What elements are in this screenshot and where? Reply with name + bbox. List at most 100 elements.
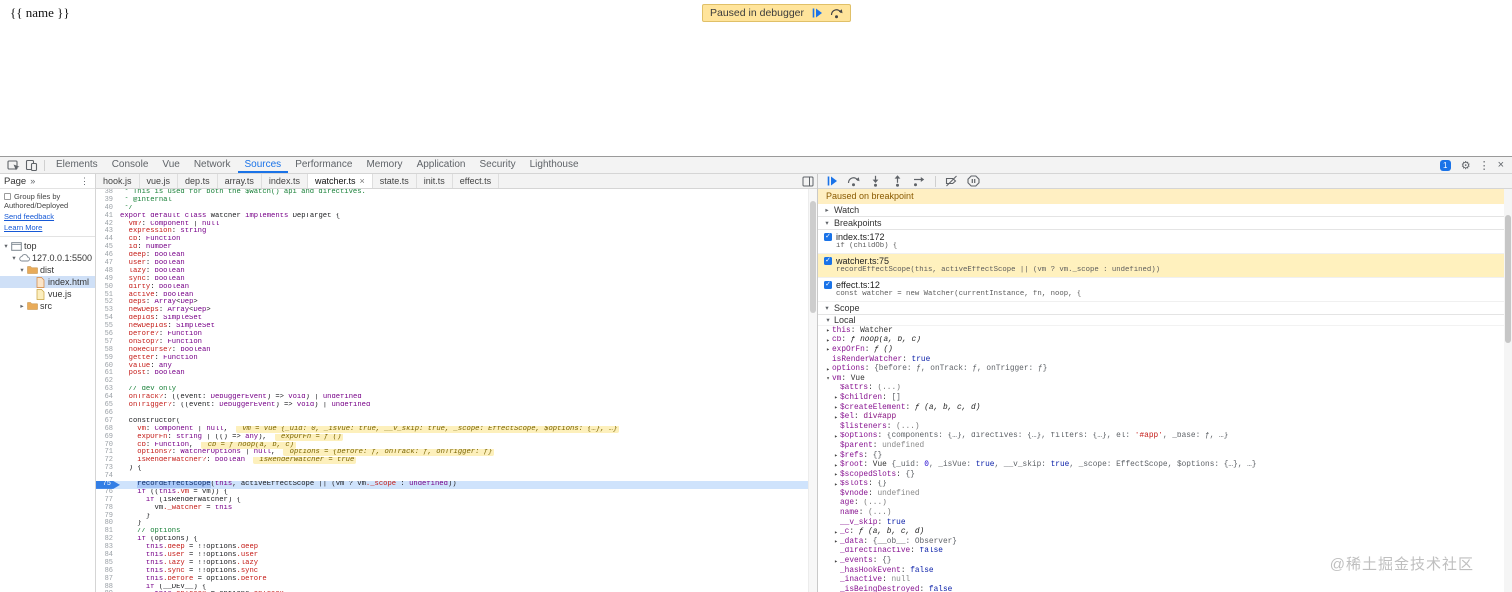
scope-property-_inactive[interactable]: _inactive: null [818,575,1512,585]
tab-performance[interactable]: Performance [288,157,359,173]
collapsed-arrow-icon[interactable]: ▸ [832,394,840,401]
code-text[interactable]: // options [120,528,817,536]
step-out-button[interactable] [891,175,904,187]
execution-line-number[interactable]: 75 [96,480,120,489]
editor-tab-effect-ts[interactable]: effect.ts [453,174,500,188]
code-text[interactable]: if ((this.vm = vm)) { [120,489,817,497]
breakpoint-checkbox[interactable]: ✓ [824,281,832,289]
expanded-arrow-icon[interactable]: ▾ [10,254,18,262]
quick-source-toggle-icon[interactable] [799,173,817,189]
code-text[interactable]: options?: WatcherOptions | null, options… [120,449,817,457]
code-text[interactable] [120,378,817,386]
editor-tab-array-ts[interactable]: array.ts [218,174,262,188]
code-text[interactable]: getter: Function [120,355,817,363]
line-number[interactable]: 74 [96,472,120,481]
scope-property-root[interactable]: ▸ $root: Vue {_uid: 0, _isVue: true, __v_… [818,460,1512,470]
code-text[interactable]: cb: Function, cb = ƒ noop(a, b, c) [120,441,817,450]
resume-script-button[interactable] [811,7,823,19]
breakpoint-entry-index-ts-172[interactable]: ✓ index.ts:172 if (childOb) { [818,230,1512,254]
code-text[interactable]: if (__DEV__) { [120,584,817,592]
tab-vue[interactable]: Vue [155,157,186,173]
collapsed-arrow-icon[interactable]: ▸ [832,452,840,459]
tab-application[interactable]: Application [410,157,473,173]
code-text[interactable]: post: boolean [120,370,817,378]
scope-property-children[interactable]: ▸ $children: [] [818,393,1512,403]
code-text[interactable]: active: boolean [120,292,817,300]
scope-property-__v_skip[interactable]: __v_skip: true [818,518,1512,528]
collapsed-arrow-icon[interactable]: ▸ [832,471,840,478]
scope-property-this[interactable]: ▸ this: Watcher [818,326,1512,336]
step-into-button[interactable] [869,175,882,187]
collapsed-arrow-icon[interactable]: ▸ [824,327,832,334]
code-text[interactable]: vm?: Component | null [120,221,817,229]
scope-property-cb[interactable]: ▸ cb: ƒ noop(a, b, c) [818,336,1512,346]
tab-lighthouse[interactable]: Lighthouse [523,157,586,173]
code-text[interactable]: onTrack?: ((event: DebuggerEvent) => voi… [120,394,817,402]
scope-property-isRenderWatcher[interactable]: isRenderWatcher: true [818,355,1512,365]
resume-script-button[interactable] [826,175,838,187]
scope-local-group[interactable]: ▾ Local [818,315,1512,326]
scope-property-options[interactable]: ▸ options: {before: ƒ, onTrack: ƒ, onTrig… [818,364,1512,374]
editor-tab-init-ts[interactable]: init.ts [417,174,453,188]
collapsed-arrow-icon[interactable]: ▸ [832,529,840,536]
scope-property-refs[interactable]: ▸ $refs: {} [818,451,1512,461]
code-text[interactable]: sync: boolean [120,276,817,284]
kebab-menu-icon[interactable]: ⋮ [1475,159,1494,172]
scope-property-listeners[interactable]: $listeners: (...) [818,422,1512,432]
scope-property-name[interactable]: name: (...) [818,508,1512,518]
collapsed-arrow-icon[interactable]: ▸ [18,302,26,310]
collapsed-arrow-icon[interactable]: ▸ [824,346,832,353]
scope-property-_data[interactable]: ▸ _data: {__ob__: Observer} [818,537,1512,547]
device-toolbar-icon[interactable] [22,157,40,173]
code-text[interactable]: if (options) { [120,536,817,544]
group-files-checkbox[interactable] [4,193,11,200]
code-text[interactable]: this.sync = !!options.sync [120,568,817,576]
breakpoint-entry-effect-ts-12[interactable]: ✓ effect.ts:12 const watcher = new Watcher… [818,278,1512,302]
issues-count-badge[interactable]: 1 [1439,159,1451,171]
step-over-button[interactable] [847,175,860,187]
scope-property-vm[interactable]: ▾ vm: Vue [818,374,1512,384]
scope-property-scopedSlots[interactable]: ▸ $scopedSlots: {} [818,470,1512,480]
collapsed-arrow-icon[interactable]: ▸ [824,366,832,373]
tab-security[interactable]: Security [472,157,522,173]
code-text[interactable]: isRenderWatcher?: boolean isRenderWatche… [120,457,817,465]
code-text[interactable]: ) { [120,465,817,473]
code-text[interactable]: user: boolean [120,260,817,268]
file-tree-item-vue-js[interactable]: vue.js [0,288,95,300]
scope-property-attrs[interactable]: $attrs: (...) [818,384,1512,394]
editor-tab-dep-ts[interactable]: dep.ts [178,174,218,188]
close-devtools-icon[interactable]: × [1494,159,1508,171]
code-text[interactable]: * @internal [120,197,817,205]
sidebar-scrollbar[interactable] [1504,189,1512,592]
scope-property-slots[interactable]: ▸ $slots: {} [818,480,1512,490]
collapsed-arrow-icon[interactable]: ▸ [832,538,840,545]
code-text[interactable] [120,410,817,418]
tab-sources[interactable]: Sources [238,157,289,173]
scrollbar-thumb[interactable] [810,201,816,313]
code-text[interactable]: cb: Function [120,236,817,244]
code-text[interactable]: recordEffectScope(this, activeEffectScop… [120,480,817,489]
watch-section-header[interactable]: ▸ Watch [818,204,1512,217]
code-text[interactable]: expression: string [120,228,817,236]
collapsed-arrow-icon[interactable]: ▸ [832,404,840,411]
settings-gear-icon[interactable]: ⚙ [1457,159,1475,172]
code-text[interactable]: deps: Array<Dep> [120,299,817,307]
learn-more-link[interactable]: Learn More [4,223,91,232]
code-text[interactable]: // dev only [120,386,817,394]
breakpoint-checkbox[interactable]: ✓ [824,233,832,241]
code-text[interactable]: export default class Watcher implements … [120,213,817,221]
code-text[interactable]: newDepIds: SimpleSet [120,323,817,331]
code-text[interactable]: } [120,520,817,528]
code-text[interactable]: } [120,513,817,521]
scope-property-expOrFn[interactable]: ▸ expOrFn: ƒ () [818,345,1512,355]
editor-tab-index-ts[interactable]: index.ts [262,174,308,188]
editor-scrollbar[interactable] [808,189,817,592]
collapsed-arrow-icon[interactable]: ▸ [832,414,840,421]
editor-tab-vue-js[interactable]: vue.js [140,174,179,188]
scope-property-age[interactable]: age: (...) [818,499,1512,509]
pause-on-exceptions-button[interactable] [967,175,980,187]
more-tabs-icon[interactable]: » [28,176,37,186]
scope-property-options[interactable]: ▸ $options: {components: {…}, directives:… [818,432,1512,442]
tab-memory[interactable]: Memory [359,157,409,173]
code-text[interactable]: value: any [120,363,817,371]
